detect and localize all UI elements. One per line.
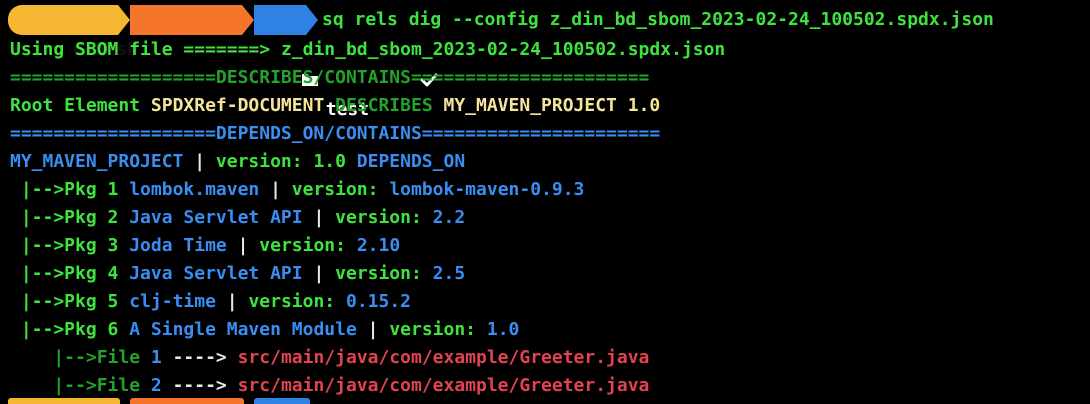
prompt-dir-segment: test [130,5,369,120]
project-version: version: 1.0 [215,151,346,172]
terminal-window[interactable]: dinesh test sq rels dig --config z_din_b… [0,0,1090,404]
separator-depends: ===================DEPENDS_ON/CONTAINS==… [10,123,661,144]
package-name: A Single Maven Module [129,319,357,340]
project-relationship: DEPENDS_ON [345,151,466,172]
package-version: 2.5 [432,263,466,284]
segment-separator-icon [306,5,318,35]
package-name: Java Servlet API [129,207,303,228]
package-arrow: |-->Pkg 1 [10,179,130,200]
package-version-label: version: [335,207,433,228]
package-pipe: | [302,263,336,284]
package-version: 1.0 [486,319,520,340]
package-version: 0.15.2 [345,291,412,312]
prompt-status-segment [254,5,438,87]
root-target: MY_MAVEN_PROJECT 1.0 [443,95,661,116]
package-pipe: | [302,207,336,228]
package-version-label: version: [389,319,487,340]
package-pipe: | [226,235,260,256]
package-version: lombok-maven-0.9.3 [389,179,585,200]
file-number: 1 [150,347,162,368]
file-number: 2 [150,375,162,396]
using-file: z_din_bd_sbom_2023-02-24_100502.spdx.jso… [280,39,726,60]
package-version-label: version: [291,179,390,200]
package-version-label: version: [248,291,346,312]
file-path: src/main/java/com/example/Greeter.java [237,375,650,396]
using-sbom-line: Using SBOM file =======> z_din_bd_sbom_2… [10,36,725,64]
prompt-status-segment [254,398,310,404]
file-link-arrow: ----> [161,375,238,396]
file-line: |-->File 2 ----> src/main/java/com/examp… [10,372,649,400]
package-arrow: |-->Pkg 5 [10,291,130,312]
file-path: src/main/java/com/example/Greeter.java [237,347,650,368]
package-version-label: version: [335,263,433,284]
root-label: Root Element [10,95,151,116]
project-name: MY_MAVEN_PROJECT [10,151,184,172]
project-pipe: | [183,151,216,172]
prompt-dir-segment [130,398,244,404]
separator-describes: ===================DESCRIBES/CONTAINS===… [10,67,650,88]
file-line: |-->File 1 ----> src/main/java/com/examp… [10,344,649,372]
segment-separator-icon [242,5,254,35]
package-arrow: |-->Pkg 2 [10,207,130,228]
package-arrow: |-->Pkg 4 [10,263,130,284]
project-line: MY_MAVEN_PROJECT | version: 1.0 DEPENDS_… [10,148,465,176]
package-name: lombok.maven [129,179,260,200]
using-label: Using SBOM file =======> [10,39,281,60]
package-version: 2.10 [356,235,401,256]
package-line: |-->Pkg 3 Joda Time | version: 2.10 [10,232,400,260]
package-line: |-->Pkg 2 Java Servlet API | version: 2.… [10,204,465,232]
package-line: |-->Pkg 5 clj-time | version: 0.15.2 [10,288,411,316]
root-element-line: Root Element SPDXRef-DOCUMENT DESCRIBES … [10,92,660,120]
package-arrow: |-->Pkg 3 [10,235,130,256]
package-arrow: |-->Pkg 6 [10,319,130,340]
package-name: Java Servlet API [129,263,303,284]
file-link-arrow: ----> [161,347,238,368]
prompt-user-segment [8,398,120,404]
package-pipe: | [215,291,249,312]
root-id: SPDXRef-DOCUMENT [150,95,325,116]
package-pipe: | [259,179,292,200]
package-version-label: version: [259,235,357,256]
root-relationship: DESCRIBES [324,95,444,116]
package-version: 2.2 [432,207,466,228]
next-prompt-partial [0,398,320,404]
segment-separator-icon [118,5,130,35]
file-arrow: |-->File [10,375,151,396]
package-name: clj-time [129,291,216,312]
file-arrow: |-->File [10,347,151,368]
command-text: sq rels dig --config z_din_bd_sbom_2023-… [322,9,994,30]
package-line: |-->Pkg 1 lombok.maven | version: lombok… [10,176,585,204]
package-name: Joda Time [129,235,227,256]
package-line: |-->Pkg 6 A Single Maven Module | versio… [10,316,520,344]
prompt-user-segment: dinesh [8,5,138,60]
package-pipe: | [356,319,390,340]
package-line: |-->Pkg 4 Java Servlet API | version: 2.… [10,260,465,288]
